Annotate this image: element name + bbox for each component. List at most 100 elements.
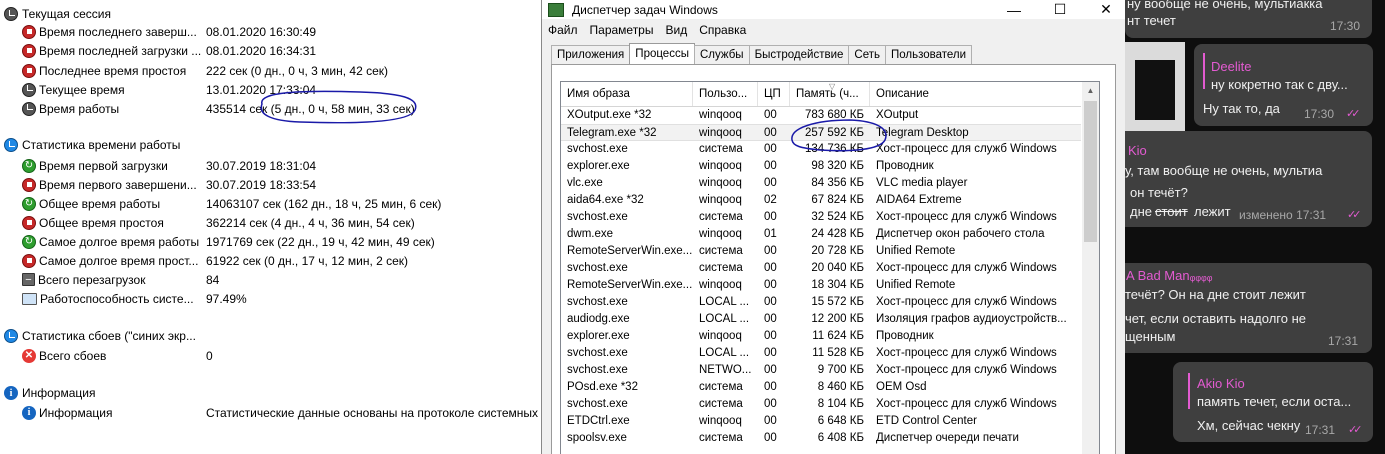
maximize-button[interactable]: ☐: [1037, 0, 1083, 19]
menu-file[interactable]: Файл: [542, 23, 584, 37]
process-user: winqooq: [699, 127, 742, 139]
process-user: winqooq: [699, 330, 742, 342]
process-row[interactable]: svchost.exe система 00 20 040 КБ Хост-процес…: [561, 260, 1081, 277]
process-user: winqooq: [699, 160, 742, 172]
process-cpu: 00: [764, 415, 777, 427]
message-text: лежит: [1194, 204, 1231, 219]
stat-row[interactable]: Время работы 435514 сек (5 дн., 0 ч, 58 …: [22, 100, 542, 117]
process-row[interactable]: explorer.exe winqooq 00 98 320 КБ Проводник: [561, 158, 1081, 175]
process-row[interactable]: RemoteServerWin.exe... winqooq 00 18 304 КБ…: [561, 277, 1081, 294]
process-row[interactable]: vlc.exe winqooq 00 84 356 КБ VLC media playe…: [561, 175, 1081, 192]
section-info[interactable]: i Информация: [4, 384, 95, 402]
process-row[interactable]: svchost.exe система 00 134 736 КБ Хост-проце…: [561, 141, 1081, 158]
process-description: Проводник: [876, 160, 934, 172]
stat-row[interactable]: Время последней загрузки ... 08.01.2020 …: [22, 42, 542, 59]
section-current-session[interactable]: Текущая сессия: [4, 5, 111, 23]
scroll-up-icon[interactable]: ▲: [1082, 82, 1099, 99]
close-button[interactable]: ✕: [1083, 0, 1129, 19]
process-user: winqooq: [699, 415, 742, 427]
chat-message-outgoing[interactable]: Kio у, там вообще не очень, мультиа он т…: [1125, 131, 1372, 227]
stat-row[interactable]: Текущее время 13.01.2020 17:33:04: [22, 81, 542, 98]
column-user[interactable]: Пользо...: [693, 82, 758, 106]
tab-performance[interactable]: Быстродействие: [748, 45, 850, 64]
stat-row[interactable]: Самое долгое время прост... 61922 сек (0…: [22, 252, 542, 269]
stop-icon: [22, 43, 36, 58]
column-image-name[interactable]: Имя образа: [561, 82, 693, 106]
chat-message-outgoing[interactable]: A Bad Manᵩᵩᵩᵩ течёт? Он на дне стоит леж…: [1125, 263, 1372, 353]
process-user: система: [699, 432, 743, 444]
stat-row[interactable]: Время первого завершени... 30.07.2019 18…: [22, 176, 542, 193]
stat-row[interactable]: ↻ Время первой загрузки 30.07.2019 18:31…: [22, 157, 542, 174]
process-description: ETD Control Center: [876, 415, 977, 427]
process-memory: 67 824 КБ: [811, 194, 864, 206]
column-cpu[interactable]: ЦП: [758, 82, 790, 106]
process-image-name: svchost.exe: [567, 364, 628, 376]
process-memory: 12 200 КБ: [811, 313, 864, 325]
process-memory: 11 528 КБ: [812, 347, 864, 359]
telegram-chat: ну вообще не очень, мультиакка нт течет …: [1125, 0, 1385, 454]
process-cpu: 00: [764, 364, 777, 376]
reply-author: Deelite: [1211, 59, 1252, 74]
process-image-name: explorer.exe: [567, 160, 630, 172]
process-row[interactable]: RemoteServerWin.exe... система 00 20 728 КБ…: [561, 243, 1081, 260]
scroll-thumb[interactable]: [1084, 101, 1097, 242]
process-row[interactable]: svchost.exe NETWO... 00 9 700 КБ Хост-процес…: [561, 362, 1081, 379]
stat-row[interactable]: Последнее время простоя 222 сек (0 дн., …: [22, 62, 542, 79]
tab-services[interactable]: Службы: [693, 45, 750, 64]
stat-row[interactable]: ↻ Общее время работы 14063107 сек (162 д…: [22, 195, 542, 212]
process-memory: 32 524 КБ: [811, 211, 864, 223]
stat-value: 84: [206, 272, 220, 287]
process-row[interactable]: svchost.exe LOCAL ... 00 11 528 КБ Хост-проц…: [561, 345, 1081, 362]
process-row[interactable]: aida64.exe *32 winqooq 02 67 824 КБ AIDA64 E…: [561, 192, 1081, 209]
process-row[interactable]: svchost.exe система 00 8 104 КБ Хост-процесс…: [561, 396, 1081, 413]
chat-message-outgoing[interactable]: Akio Kio память течет, если оста... Хм, …: [1173, 362, 1373, 442]
vertical-scrollbar[interactable]: ▲: [1082, 82, 1099, 454]
menu-options[interactable]: Параметры: [584, 23, 660, 37]
stat-row[interactable]: Работоспособность систе... 97.49%: [22, 290, 542, 307]
stat-row[interactable]: ✕ Всего сбоев 0: [22, 347, 542, 364]
stat-row[interactable]: i Информация Статистические данные основ…: [22, 404, 542, 421]
menu-view[interactable]: Вид: [659, 23, 693, 37]
chat-message-outgoing[interactable]: Deelite ну кокретно так с дву... Ну так …: [1194, 44, 1373, 126]
monitor-icon: [22, 292, 37, 305]
process-row[interactable]: svchost.exe система 00 32 524 КБ Хост-процес…: [561, 209, 1081, 226]
stop-icon: [22, 177, 36, 192]
process-row[interactable]: spoolsv.exe система 00 6 408 КБ Диспетчер оч…: [561, 430, 1081, 447]
process-row[interactable]: POsd.exe *32 система 00 8 460 КБ OEM Osd: [561, 379, 1081, 396]
window-title: Диспетчер задач Windows: [572, 2, 718, 17]
message-time: изменено 17:31: [1239, 208, 1327, 222]
stat-row[interactable]: Общее время простоя 362214 сек (4 дн., 4…: [22, 214, 542, 231]
tab-users[interactable]: Пользователи: [885, 45, 973, 64]
stat-row[interactable]: − Всего перезагрузок 84: [22, 271, 542, 288]
process-row[interactable]: explorer.exe winqooq 00 11 624 КБ Проводник: [561, 328, 1081, 345]
process-row[interactable]: svchost.exe LOCAL ... 00 15 572 КБ Хост-проц…: [561, 294, 1081, 311]
stat-row[interactable]: ↻ Самое долгое время работы 1971769 сек …: [22, 233, 542, 250]
stat-label: Самое долгое время прост...: [39, 253, 199, 268]
stat-row[interactable]: Время последнего заверш... 08.01.2020 16…: [22, 23, 542, 40]
stat-label: Последнее время простоя: [39, 63, 187, 78]
process-image-name: XOutput.exe *32: [567, 109, 652, 121]
process-row[interactable]: XOutput.exe *32 winqooq 00 783 680 КБ XOutpu…: [561, 107, 1081, 124]
tab-network[interactable]: Сеть: [848, 45, 886, 64]
stats-clock-icon: [4, 138, 18, 152]
column-description[interactable]: Описание: [870, 82, 1081, 106]
process-row[interactable]: dwm.exe winqooq 01 24 428 КБ Диспетчер окон …: [561, 226, 1081, 243]
menu-help[interactable]: Справка: [693, 23, 752, 37]
reply-text: память течет, если оста...: [1197, 394, 1352, 409]
x-icon: ✕: [22, 348, 36, 363]
tab-applications[interactable]: Приложения: [551, 45, 631, 64]
stat-value: 435514 сек (5 дн., 0 ч, 58 мин, 33 сек): [206, 101, 415, 116]
title-bar[interactable]: Диспетчер задач Windows — ☐ ✕: [542, 0, 1125, 19]
process-cpu: 00: [764, 398, 777, 410]
minimize-button[interactable]: —: [991, 0, 1037, 19]
message-text: чет, если оставить надолго не: [1125, 311, 1307, 326]
tab-processes[interactable]: Процессы: [629, 43, 695, 64]
section-crash-stats[interactable]: Статистика сбоев ("синих экр...: [4, 327, 196, 345]
process-cpu: 00: [764, 381, 777, 393]
process-row[interactable]: audiodg.exe LOCAL ... 00 12 200 КБ Изоляция …: [561, 311, 1081, 328]
process-row[interactable]: Telegram.exe *32 winqooq 00 257 592 КБ Teleg…: [561, 124, 1081, 141]
section-uptime-stats[interactable]: Статистика времени работы: [4, 136, 180, 154]
chat-message[interactable]: ну вообще не очень, мультиакка нт течет …: [1125, 0, 1372, 38]
process-row[interactable]: ETDCtrl.exe winqooq 00 6 648 КБ ETD Control …: [561, 413, 1081, 430]
process-description: Хост-процесс для служб Windows: [876, 143, 1057, 155]
